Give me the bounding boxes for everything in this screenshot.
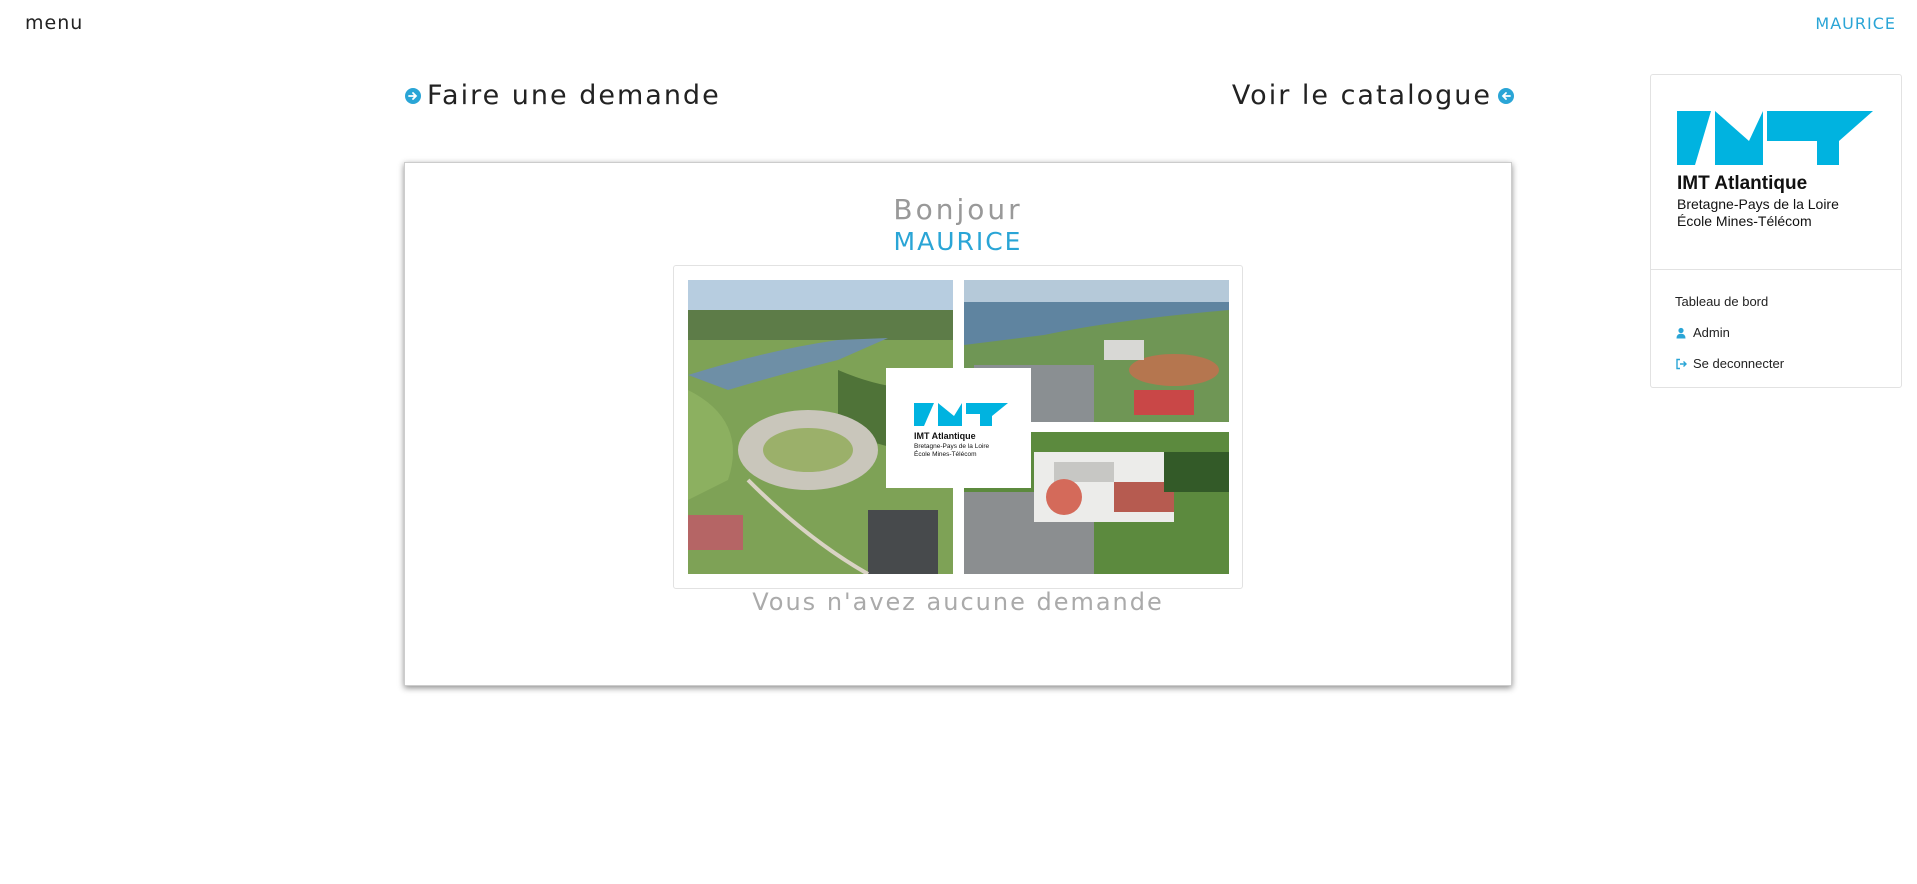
- imt-logo-center-line1: Bretagne-Pays de la Loire: [914, 443, 990, 450]
- no-request-message: Vous n'avez aucune demande: [752, 588, 1164, 616]
- campus-photo-collage: IMT Atlantique Bretagne-Pays de la Loire…: [673, 265, 1243, 589]
- sidebar-item-dashboard-label: Tableau de bord: [1675, 294, 1769, 309]
- make-request-label: Faire une demande: [427, 80, 721, 111]
- sidebar-item-dashboard[interactable]: Tableau de bord: [1675, 294, 1768, 309]
- imt-logo: IMT Atlantique Bretagne-Pays de la Loire…: [1651, 75, 1901, 270]
- sign-out-icon: [1675, 358, 1687, 370]
- sidebar-item-admin[interactable]: Admin: [1675, 325, 1730, 340]
- sidebar-item-logout[interactable]: Se deconnecter: [1675, 356, 1784, 371]
- welcome-card: Bonjour MAURICE IMT Atlantique Bretagne-…: [404, 162, 1512, 686]
- imt-logo-line2: École Mines-Télécom: [1677, 213, 1812, 229]
- imt-logo-name: IMT Atlantique: [1677, 173, 1808, 194]
- arrow-right-circle-icon: [405, 87, 421, 104]
- greeting-name: MAURICE: [893, 227, 1023, 256]
- sidebar-item-logout-label: Se deconnecter: [1693, 356, 1785, 371]
- imt-logo-line1: Bretagne-Pays de la Loire: [1677, 196, 1839, 212]
- view-catalog-link[interactable]: Voir le catalogue: [1232, 80, 1514, 111]
- view-catalog-label: Voir le catalogue: [1231, 80, 1492, 111]
- user-name-link[interactable]: MAURICE: [1815, 14, 1896, 33]
- side-panel: IMT Atlantique Bretagne-Pays de la Loire…: [1650, 74, 1902, 388]
- sidebar-item-admin-label: Admin: [1693, 325, 1730, 340]
- menu-button[interactable]: menu: [25, 12, 83, 34]
- imt-logo-center: IMT Atlantique Bretagne-Pays de la Loire…: [886, 368, 1031, 488]
- imt-logo-center-line2: École Mines-Télécom: [914, 449, 977, 458]
- imt-logo-center-name: IMT Atlantique: [914, 431, 976, 441]
- arrow-left-circle-icon: [1498, 87, 1514, 104]
- user-icon: [1675, 327, 1687, 339]
- make-request-link[interactable]: Faire une demande: [405, 80, 721, 111]
- greeting: Bonjour: [893, 193, 1023, 226]
